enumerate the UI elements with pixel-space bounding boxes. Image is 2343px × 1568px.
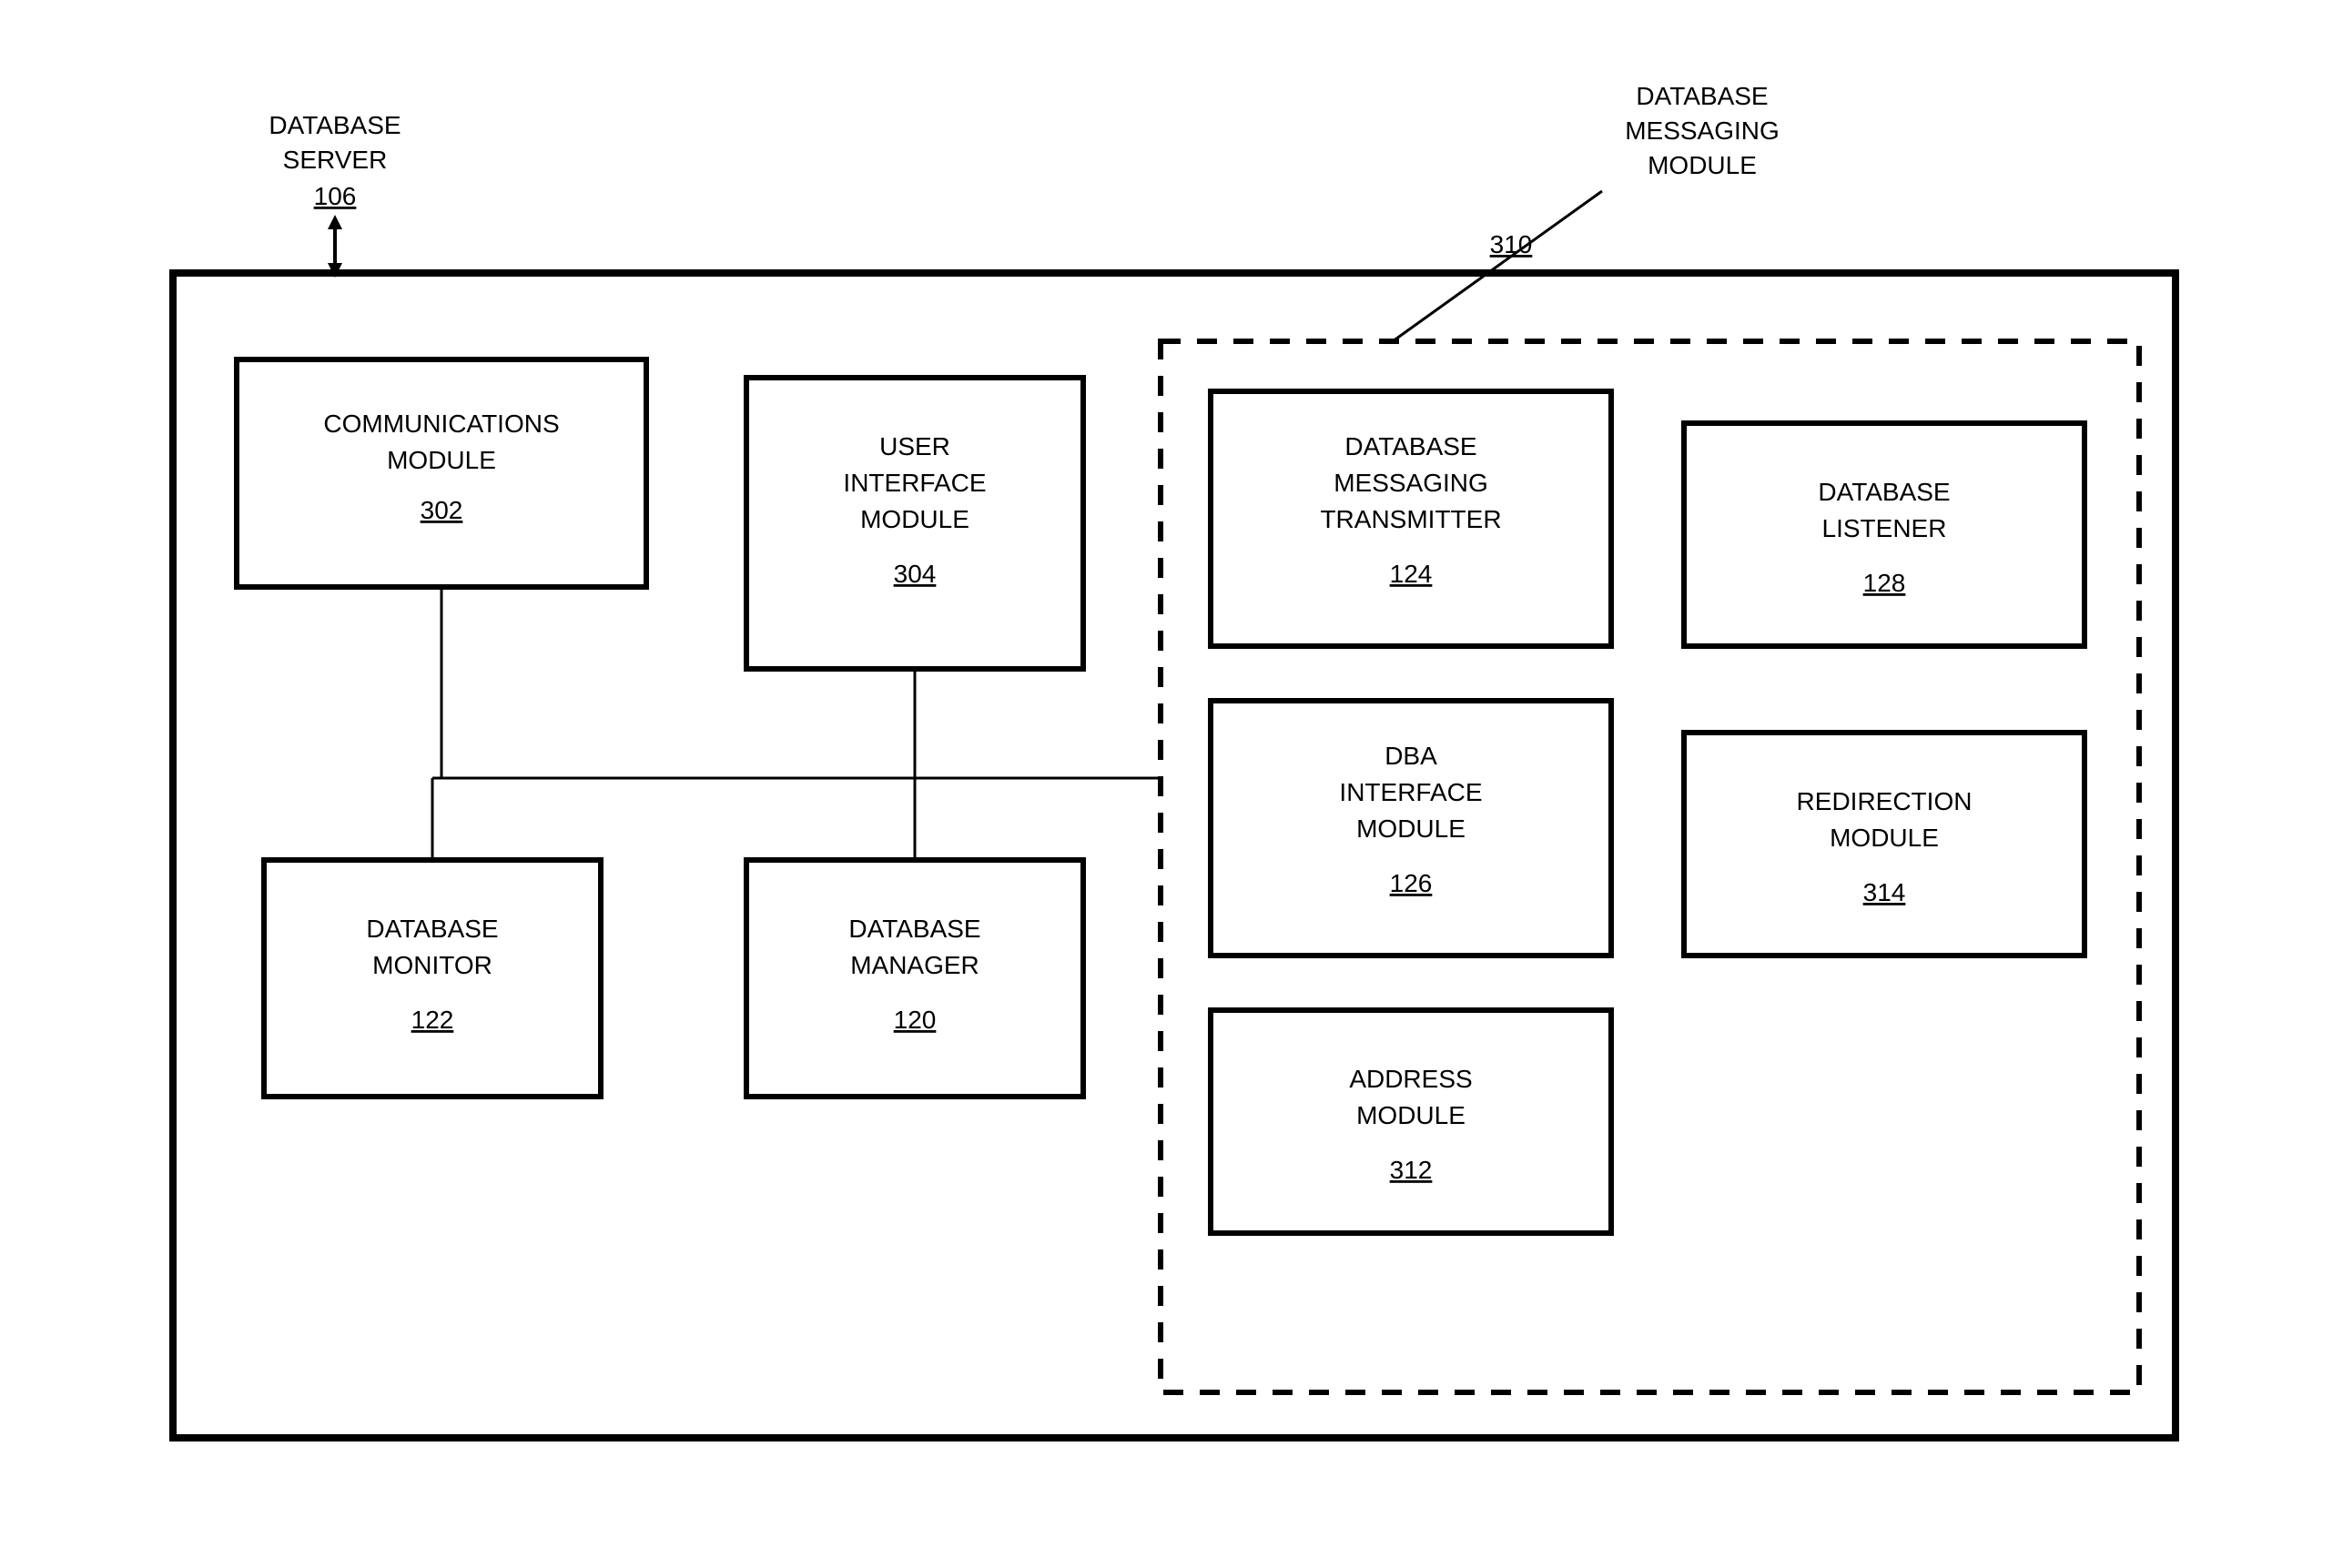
communications-module-box: COMMUNICATIONS MODULE 302: [237, 359, 646, 587]
dba-interface-line3: MODULE: [1356, 814, 1466, 843]
address-module-ref: 312: [1390, 1156, 1433, 1184]
database-listener-line2: LISTENER: [1822, 514, 1947, 542]
database-server-label-line1: DATABASE: [269, 111, 401, 139]
database-server-label-ref: 106: [314, 182, 357, 210]
address-module-line1: ADDRESS: [1349, 1065, 1472, 1093]
server-label-arrow: [328, 215, 342, 278]
database-server-label-line2: SERVER: [283, 146, 388, 174]
communications-module-line1: COMMUNICATIONS: [323, 410, 559, 438]
diagram-canvas: DATABASE SERVER 106 DATABASE MESSAGING M…: [0, 0, 2343, 1568]
database-manager-ref: 120: [894, 1006, 937, 1034]
messaging-transmitter-line3: TRANSMITTER: [1320, 505, 1501, 533]
messaging-transmitter-line1: DATABASE: [1344, 432, 1476, 460]
user-interface-module-line3: MODULE: [860, 505, 969, 533]
messaging-module-label-line1: DATABASE: [1636, 82, 1768, 110]
database-monitor-box: DATABASE MONITOR 122: [264, 860, 601, 1097]
redirection-module-ref: 314: [1863, 878, 1906, 906]
communications-module-ref: 302: [421, 496, 463, 524]
redirection-module-line2: MODULE: [1830, 824, 1939, 852]
user-interface-module-line2: INTERFACE: [843, 469, 986, 497]
messaging-module-label: DATABASE MESSAGING MODULE 310: [1490, 82, 1780, 258]
user-interface-module-ref: 304: [894, 560, 937, 588]
database-server-label: DATABASE SERVER 106: [269, 111, 401, 210]
messaging-label-leadline: [1393, 191, 1602, 341]
connector-lines: [432, 587, 1161, 860]
database-manager-line2: MANAGER: [850, 951, 979, 979]
dba-interface-ref: 126: [1390, 869, 1433, 897]
dba-interface-line2: INTERFACE: [1339, 778, 1482, 806]
redirection-module-box: REDIRECTION MODULE 314: [1684, 733, 2084, 956]
address-module-line2: MODULE: [1356, 1101, 1466, 1129]
communications-module-line2: MODULE: [387, 446, 496, 474]
address-module-box: ADDRESS MODULE 312: [1211, 1010, 1611, 1233]
dba-interface-module-box: DBA INTERFACE MODULE 126: [1211, 701, 1611, 956]
messaging-module-label-line2: MESSAGING: [1625, 116, 1780, 145]
user-interface-module-box: USER INTERFACE MODULE 304: [746, 378, 1083, 669]
database-manager-line1: DATABASE: [848, 915, 980, 943]
messaging-transmitter-line2: MESSAGING: [1334, 469, 1488, 497]
messaging-module-label-line3: MODULE: [1648, 151, 1757, 179]
messaging-transmitter-ref: 124: [1390, 560, 1433, 588]
database-monitor-line1: DATABASE: [366, 915, 498, 943]
database-monitor-ref: 122: [411, 1006, 454, 1034]
database-listener-box: DATABASE LISTENER 128: [1684, 423, 2084, 646]
database-manager-box: DATABASE MANAGER 120: [746, 860, 1083, 1097]
dba-interface-line1: DBA: [1384, 742, 1437, 770]
database-listener-line1: DATABASE: [1818, 478, 1950, 506]
database-listener-ref: 128: [1863, 569, 1906, 597]
redirection-module-line1: REDIRECTION: [1797, 787, 1973, 815]
messaging-transmitter-box: DATABASE MESSAGING TRANSMITTER 124: [1211, 391, 1611, 646]
database-monitor-line2: MONITOR: [372, 951, 492, 979]
user-interface-module-line1: USER: [879, 432, 950, 460]
